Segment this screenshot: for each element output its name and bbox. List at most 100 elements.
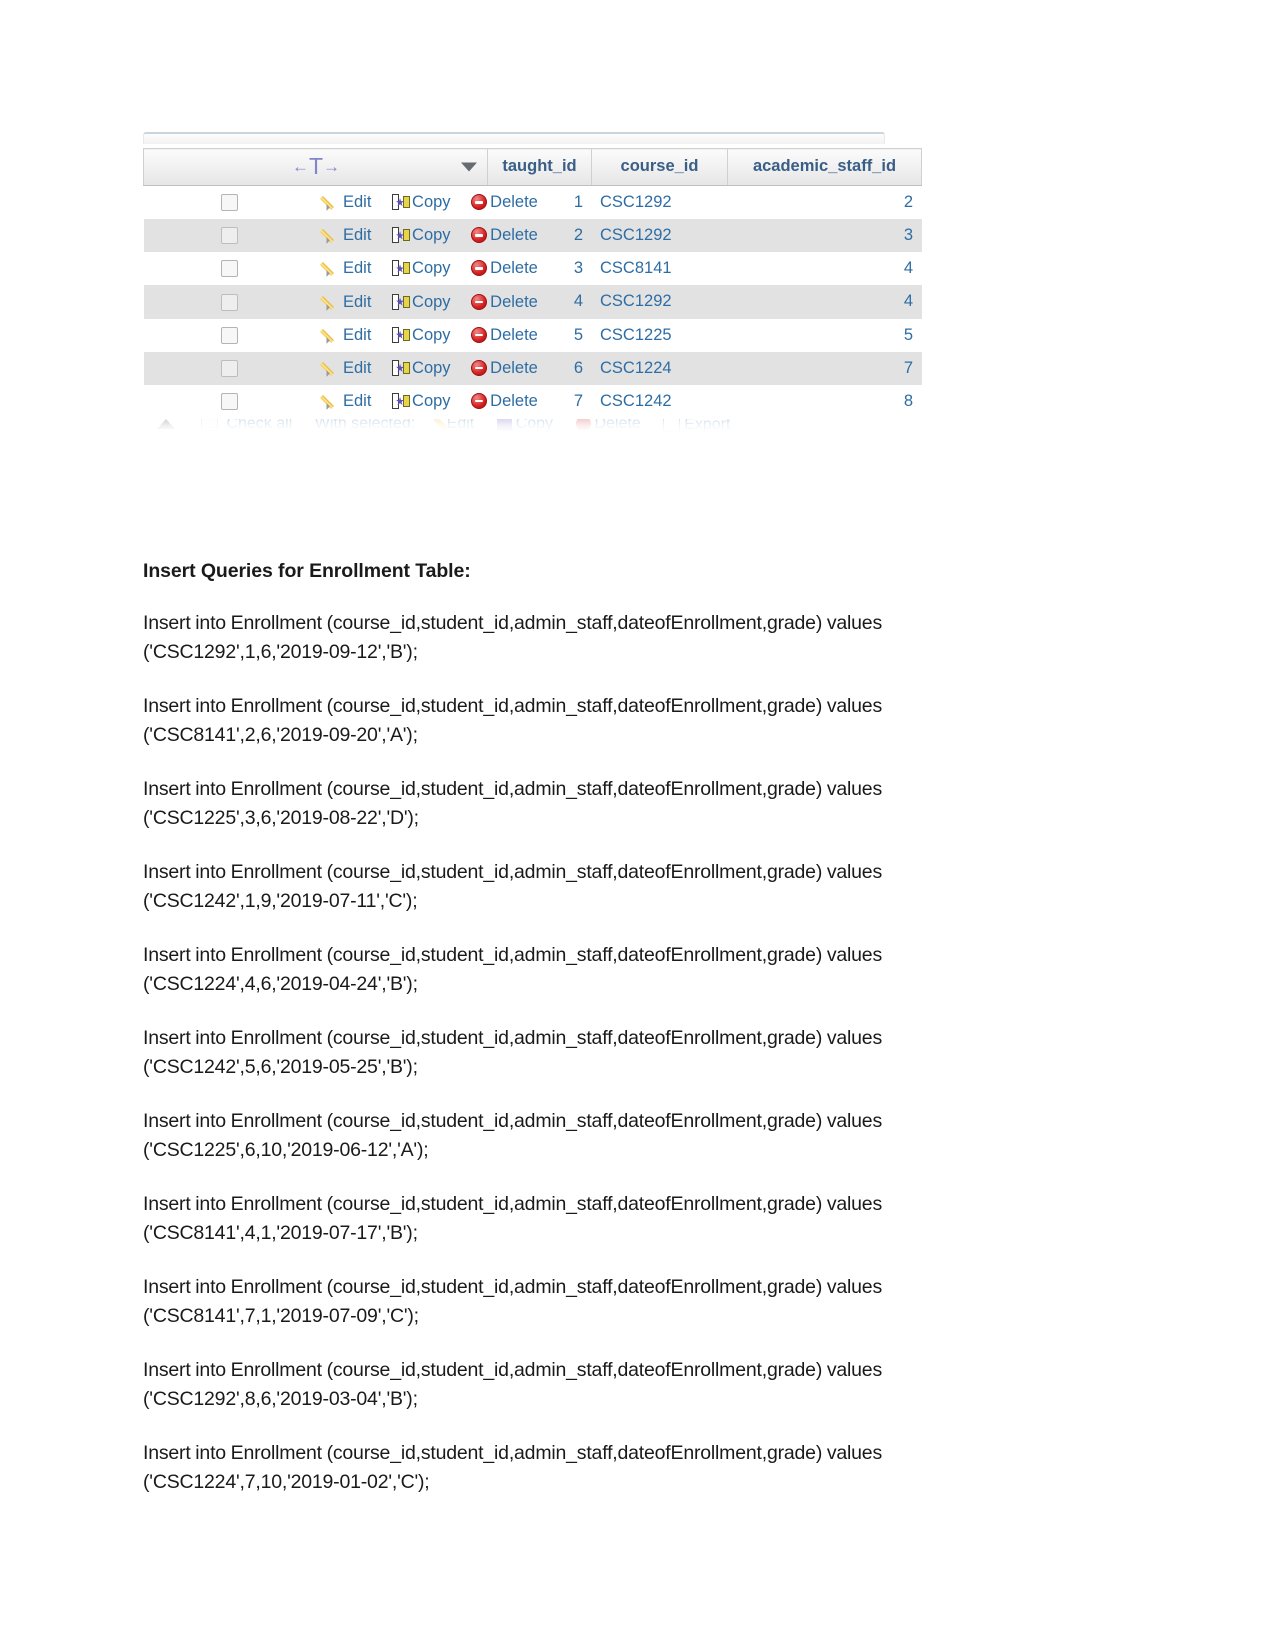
copy-label: Copy: [412, 193, 451, 212]
chevron-down-icon[interactable]: [461, 162, 477, 172]
delete-link[interactable]: Delete: [471, 326, 538, 345]
cell-course-id: CSC1292: [591, 185, 728, 220]
row-checkbox[interactable]: [221, 293, 238, 311]
copy-link[interactable]: Copy: [392, 259, 451, 278]
row-checkbox[interactable]: [221, 194, 238, 212]
row-select-cell[interactable]: [143, 351, 316, 385]
table-row[interactable]: Edit Copy Delete 6 CSC1224 7: [143, 351, 922, 385]
cell-academic-staff-id: 7: [727, 351, 922, 385]
delete-link[interactable]: Delete: [471, 259, 538, 278]
cell-course-id: CSC1292: [591, 285, 728, 319]
column-header-taught-id[interactable]: taught_id: [487, 148, 592, 186]
delete-link[interactable]: Delete: [471, 226, 538, 245]
copy-link[interactable]: Copy: [392, 359, 451, 378]
row-checkbox[interactable]: [221, 260, 238, 278]
row-checkbox[interactable]: [221, 227, 238, 245]
bulk-delete-button[interactable]: Delete: [575, 418, 641, 434]
table-row[interactable]: Edit Copy Delete 4 CSC1292 4: [143, 285, 922, 319]
row-actions-cell[interactable]: Edit Copy Delete: [315, 185, 538, 220]
row-actions-cell[interactable]: Edit Copy Delete: [315, 384, 538, 418]
row-actions-cell[interactable]: Edit Copy Delete: [315, 252, 538, 286]
copy-label: Copy: [412, 292, 451, 311]
edit-link[interactable]: Edit: [324, 226, 371, 245]
edit-link[interactable]: Edit: [324, 392, 371, 411]
table-row[interactable]: Edit Copy Delete 2 CSC1292 3: [143, 219, 922, 253]
phpmyadmin-results-screenshot: ←T→ taught_id course_id academic_staff_i…: [143, 132, 922, 449]
insert-query: Insert into Enrollment (course_id,studen…: [143, 1442, 882, 1493]
results-scroll-bar[interactable]: [143, 132, 885, 144]
arrow-up-icon[interactable]: [157, 419, 175, 430]
row-checkbox[interactable]: [221, 359, 238, 377]
bulk-edit-label: Edit: [446, 418, 475, 433]
edit-label: Edit: [343, 226, 372, 245]
bulk-edit-button[interactable]: Edit: [433, 418, 475, 434]
insert-query: Insert into Enrollment (course_id,studen…: [143, 1276, 882, 1327]
insert-query: Insert into Enrollment (course_id,studen…: [143, 612, 882, 663]
bulk-export-button[interactable]: Export: [663, 418, 730, 434]
copy-icon: [392, 392, 411, 409]
row-actions-cell[interactable]: Edit Copy Delete: [315, 351, 538, 385]
edit-link[interactable]: Edit: [324, 259, 371, 278]
row-actions-cell[interactable]: Edit Copy Delete: [315, 219, 538, 253]
delete-label: Delete: [490, 358, 538, 377]
row-select-cell[interactable]: [143, 384, 316, 418]
cell-academic-staff-id: 8: [727, 384, 922, 418]
delete-icon: [471, 326, 488, 343]
document-page: ←T→ taught_id course_id academic_staff_i…: [0, 0, 1275, 1650]
copy-icon: [392, 227, 411, 244]
column-header-course-id[interactable]: course_id: [591, 148, 728, 186]
column-header-academic-staff-id[interactable]: academic_staff_id: [727, 148, 922, 186]
table-t-icon[interactable]: T: [308, 153, 323, 179]
arrow-right-icon[interactable]: →: [323, 157, 340, 176]
edit-link[interactable]: Edit: [324, 293, 371, 312]
delete-label: Delete: [490, 226, 538, 245]
row-checkbox[interactable]: [221, 393, 238, 411]
cell-academic-staff-id: 4: [727, 252, 922, 286]
table-row[interactable]: Edit Copy Delete 1 CSC1292 2: [143, 185, 922, 220]
delete-link[interactable]: Delete: [471, 193, 538, 212]
check-all-checkbox[interactable]: [201, 418, 219, 433]
cell-academic-staff-id: 3: [727, 219, 922, 253]
delete-icon: [471, 359, 488, 376]
pencil-icon: [324, 327, 340, 343]
row-checkbox[interactable]: [221, 326, 238, 344]
bulk-copy-button[interactable]: Copy: [496, 418, 553, 434]
delete-link[interactable]: Delete: [471, 359, 538, 378]
table-row[interactable]: Edit Copy Delete 5 CSC1225 5: [143, 318, 922, 352]
row-actions-cell[interactable]: Edit Copy Delete: [315, 318, 538, 352]
table-navigation-arrows[interactable]: ←T→: [292, 153, 340, 179]
check-all-control[interactable]: Check all: [201, 418, 293, 434]
delete-icon: [471, 227, 488, 244]
cell-course-id: CSC1242: [591, 384, 728, 418]
delete-link[interactable]: Delete: [471, 293, 538, 312]
row-select-cell[interactable]: [143, 185, 316, 220]
copy-label: Copy: [412, 391, 451, 410]
results-bottom-toolbar[interactable]: Check all With selected: Edit Copy Delet…: [143, 418, 885, 449]
table-row[interactable]: Edit Copy Delete 7 CSC1242 8: [143, 384, 922, 418]
document-body: Insert Queries for Enrollment Table: Ins…: [143, 560, 938, 1497]
row-actions-cell[interactable]: Edit Copy Delete: [315, 285, 538, 319]
delete-link[interactable]: Delete: [471, 392, 538, 411]
copy-link[interactable]: Copy: [392, 326, 451, 345]
table-row[interactable]: Edit Copy Delete 3 CSC8141 4: [143, 252, 922, 286]
edit-link[interactable]: Edit: [324, 193, 371, 212]
row-select-cell[interactable]: [143, 318, 316, 352]
copy-link[interactable]: Copy: [392, 193, 451, 212]
arrow-left-icon[interactable]: ←: [292, 157, 309, 176]
edit-link[interactable]: Edit: [324, 359, 371, 378]
copy-icon: [392, 326, 411, 343]
insert-query: Insert into Enrollment (course_id,studen…: [143, 1359, 882, 1410]
row-select-cell[interactable]: [143, 285, 316, 319]
copy-link[interactable]: Copy: [392, 293, 451, 312]
pencil-icon: [324, 227, 340, 243]
edit-link[interactable]: Edit: [324, 326, 371, 345]
pencil-icon: [324, 194, 340, 210]
column-header-actions[interactable]: ←T→: [143, 148, 488, 186]
delete-icon: [471, 392, 488, 409]
row-select-cell[interactable]: [143, 219, 316, 253]
copy-link[interactable]: Copy: [392, 392, 451, 411]
check-all-label: Check all: [226, 418, 293, 433]
row-select-cell[interactable]: [143, 252, 316, 286]
copy-link[interactable]: Copy: [392, 226, 451, 245]
taught-results-table: ←T→ taught_id course_id academic_staff_i…: [143, 148, 922, 418]
